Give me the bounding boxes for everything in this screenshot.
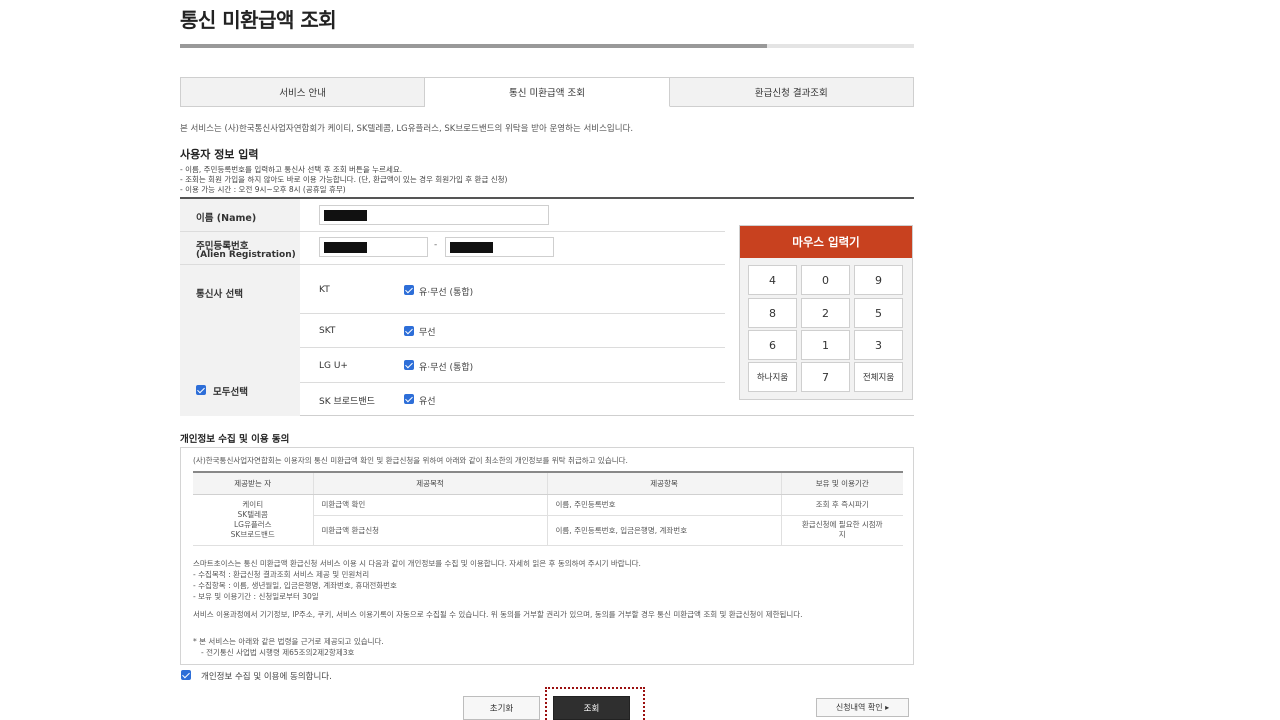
period-cell: 조회 후 즉시파기 — [781, 494, 903, 516]
mouse-keypad: 마우스 입력기 4 0 9 8 2 5 6 1 3 하나지움 7 전체지움 — [739, 225, 913, 400]
redacted-value — [324, 210, 367, 221]
carrier-name-skb: SK 브로드밴드 — [319, 397, 375, 407]
carrier-checkbox-skb[interactable] — [404, 394, 414, 404]
keypad-title: 마우스 입력기 — [740, 226, 912, 258]
carrier-checkbox-skt[interactable] — [404, 326, 414, 336]
consent-line: * 본 서비스는 아래와 같은 법령을 근거로 제공되고 있습니다. — [193, 637, 384, 646]
keypad-key-3[interactable]: 3 — [854, 330, 903, 360]
items-cell: 이름, 주민등록번호 — [547, 494, 782, 516]
row-divider — [300, 382, 725, 383]
carrier-option-skt: 무선 — [419, 328, 436, 338]
consent-title: 개인정보 수집 및 이용 동의 — [180, 434, 290, 445]
carrier-name-lgu: LG U+ — [319, 361, 348, 371]
agree-checkbox[interactable] — [181, 670, 191, 680]
keypad-key-9[interactable]: 9 — [854, 265, 903, 295]
keypad-backspace-button[interactable]: 하나지움 — [748, 362, 797, 392]
search-button[interactable]: 조회 — [553, 696, 630, 720]
table-header: 제공목적 — [313, 471, 548, 495]
user-info-notes: - 이름, 주민등록번호를 입력하고 통신사 선택 후 조회 버튼을 누르세요.… — [180, 165, 507, 195]
recipient-name: 케이티 — [242, 499, 264, 509]
name-input[interactable] — [319, 205, 549, 225]
select-all-checkbox[interactable] — [196, 385, 206, 395]
user-info-title: 사용자 정보 입력 — [180, 148, 259, 161]
history-button[interactable]: 신청내역 확인 ▸ — [816, 698, 909, 717]
consent-lead: (사)한국통신사업자연합회는 이용자의 통신 미환급액 확인 및 환급신청을 위… — [193, 456, 628, 465]
agree-label: 개인정보 수집 및 이용에 동의합니다. — [201, 672, 332, 682]
keypad-key-2[interactable]: 2 — [801, 298, 850, 328]
keypad-key-1[interactable]: 1 — [801, 330, 850, 360]
name-label: 이름 (Name) — [196, 213, 257, 224]
consent-line: - 전기통신 사업법 시행령 제65조의2제2항제3호 — [201, 648, 355, 657]
carrier-name-kt: KT — [319, 285, 330, 295]
consent-box: (사)한국통신사업자연합회는 이용자의 통신 미환급액 확인 및 환급신청을 위… — [180, 447, 914, 665]
recipient-name: LG유플러스 — [233, 519, 272, 529]
select-all-label: 모두선택 — [213, 387, 248, 398]
keypad-key-6[interactable]: 6 — [748, 330, 797, 360]
recipient-name: SK브로드밴드 — [230, 529, 275, 539]
carrier-name-skt: SKT — [319, 326, 336, 336]
page-title: 통신 미환급액 조회 — [180, 8, 337, 32]
recipient-name: SK텔레콤 — [237, 509, 268, 519]
row-divider — [180, 231, 725, 232]
keypad-key-5[interactable]: 5 — [854, 298, 903, 328]
carrier-option-kt: 유·무선 (통합) — [419, 288, 474, 298]
keypad-key-4[interactable]: 4 — [748, 265, 797, 295]
keypad-key-0[interactable]: 0 — [801, 265, 850, 295]
consent-line: - 수집항목 : 이름, 생년월일, 입금은행명, 계좌번호, 휴대전화번호 — [193, 581, 397, 590]
items-cell: 이름, 주민등록번호, 입금은행명, 계좌번호 — [547, 515, 782, 546]
note-line: - 이용 가능 시간 : 오전 9시~오후 8시 (공휴일 휴무) — [180, 185, 346, 194]
purpose-cell: 미환급액 환급신청 — [313, 515, 548, 546]
rrn-back-input[interactable] — [445, 237, 554, 257]
progress-bar — [180, 44, 914, 48]
table-header: 제공받는 자 — [193, 471, 314, 495]
purpose-cell: 미환급액 확인 — [313, 494, 548, 516]
carrier-option-skb: 유선 — [419, 397, 436, 407]
keypad-clear-all-button[interactable]: 전체지움 — [854, 362, 903, 392]
redacted-value — [450, 242, 493, 253]
consent-line: 스마트초이스는 통신 미환급액 환급신청 서비스 이용 시 다음과 같이 개인정… — [193, 559, 641, 568]
tab-bar: 서비스 안내 통신 미환급액 조회 환급신청 결과조회 — [180, 77, 914, 107]
tab-refund-result[interactable]: 환급신청 결과조회 — [669, 77, 914, 107]
keypad-key-8[interactable]: 8 — [748, 298, 797, 328]
reset-button[interactable]: 초기화 — [463, 696, 540, 720]
table-row: 케이티 SK텔레콤 LG유플러스 SK브로드밴드 미환급액 확인 이름, 주민등… — [193, 494, 903, 546]
row-divider — [300, 313, 725, 314]
note-line: - 이름, 주민등록번호를 입력하고 통신사 선택 후 조회 버튼을 누르세요. — [180, 165, 403, 174]
consent-paragraph: * 본 서비스는 아래와 같은 법령을 근거로 제공되고 있습니다. - 전기통… — [193, 636, 903, 658]
consent-table: 제공받는 자 제공목적 제공항목 보유 및 이용기간 케이티 SK텔레콤 LG유… — [193, 471, 903, 546]
row-divider — [180, 264, 725, 265]
service-intro: 본 서비스는 (사)한국통신사업자연합회가 케이티, SK텔레콤, LG유플러스… — [180, 124, 634, 134]
consent-paragraph: 스마트초이스는 통신 미환급액 환급신청 서비스 이용 시 다음과 같이 개인정… — [193, 558, 903, 602]
carrier-option-lgu: 유·무선 (통합) — [419, 363, 474, 373]
redacted-value — [324, 242, 367, 253]
keypad-key-7[interactable]: 7 — [801, 362, 850, 392]
note-line: - 조회는 회원 가입을 하지 않아도 바로 이용 가능합니다. (단, 환급액… — [180, 175, 508, 184]
rrn-front-input[interactable] — [319, 237, 428, 257]
progress-bar-fill — [180, 44, 768, 48]
recipient-cell: 케이티 SK텔레콤 LG유플러스 SK브로드밴드 — [193, 494, 314, 546]
carrier-label: 통신사 선택 — [196, 289, 244, 300]
tab-refund-lookup[interactable]: 통신 미환급액 조회 — [425, 77, 670, 107]
carrier-checkbox-lgu[interactable] — [404, 360, 414, 370]
period-cell: 환급신청에 필요한 시점까지 — [781, 515, 903, 546]
table-header: 보유 및 이용기간 — [781, 471, 903, 495]
consent-paragraph: 서비스 이용과정에서 기기정보, IP주소, 쿠키, 서비스 이용기록이 자동으… — [193, 610, 803, 619]
rrn-label-en: (Alien Registration) — [196, 250, 296, 260]
rrn-separator: - — [434, 240, 438, 250]
consent-line: - 수집목적 : 환급신청 결과조회 서비스 제공 및 민원처리 — [193, 570, 370, 579]
carrier-checkbox-kt[interactable] — [404, 285, 414, 295]
consent-line: - 보유 및 이용기간 : 신청일로부터 30일 — [193, 592, 319, 601]
row-divider — [300, 347, 725, 348]
tab-service-info[interactable]: 서비스 안내 — [180, 77, 426, 107]
table-header: 제공항목 — [547, 471, 782, 495]
